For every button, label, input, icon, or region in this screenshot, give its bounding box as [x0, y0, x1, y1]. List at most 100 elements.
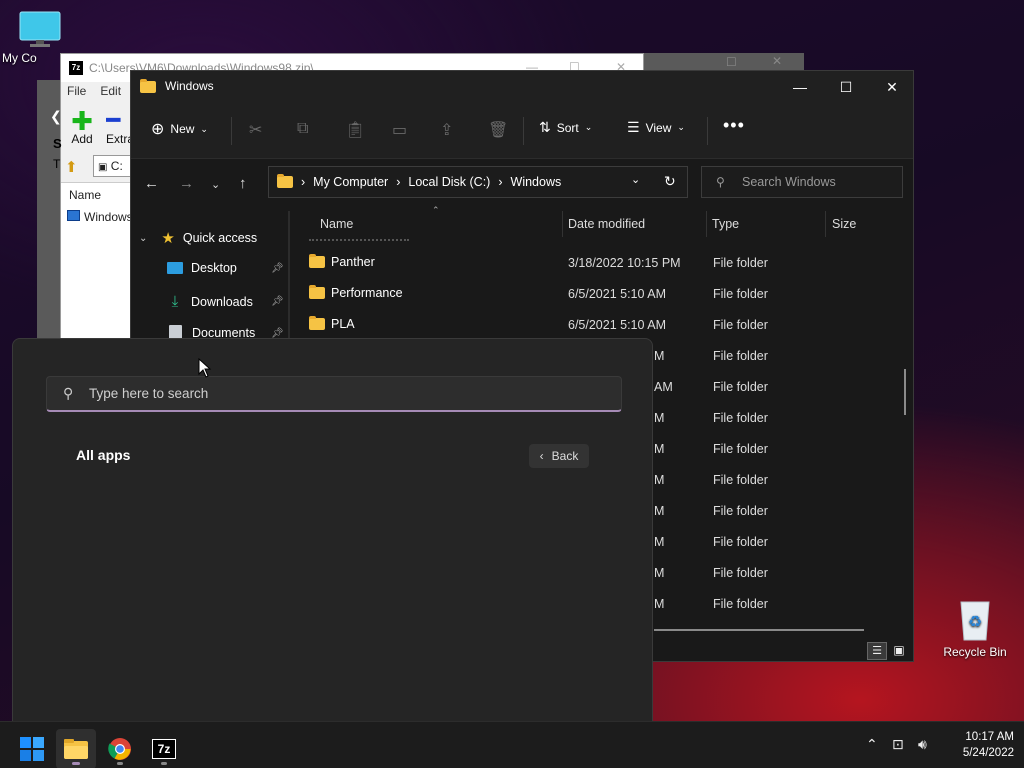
column-separator[interactable] [825, 211, 826, 237]
new-label: New [170, 122, 195, 136]
sort-label: Sort [556, 120, 579, 135]
item-name: Windows [84, 210, 133, 224]
breadcrumb-local-disk[interactable]: Local Disk (C:) [408, 175, 490, 189]
copy-icon[interactable]: ⧉ [297, 120, 308, 138]
folder-icon [277, 174, 293, 188]
row-date-fragment: M [654, 349, 665, 363]
chevron-down-icon: ⌄ [139, 232, 148, 244]
pin-icon[interactable]: 📌︎ [271, 296, 284, 307]
network-icon[interactable]: ⊡ [892, 736, 904, 753]
running-app-indicator [117, 762, 123, 765]
windows-logo-icon [20, 737, 44, 761]
column-name-header[interactable]: Name [320, 217, 353, 231]
show-hidden-icons-chevron-icon[interactable]: ⌃ [866, 736, 878, 753]
recycle-bin-label: Recycle Bin [943, 645, 1007, 659]
clock[interactable]: 10:17 AM 5/24/2022 [940, 729, 1014, 761]
cut-icon[interactable]: ✂ [249, 120, 262, 140]
desktop-label: Desktop [191, 261, 237, 275]
menu-file[interactable]: File [67, 84, 86, 98]
row-date-fragment: M [654, 473, 665, 487]
folder-icon [140, 79, 156, 93]
nav-quick-access[interactable]: ⌄ ★ Quick access [139, 229, 257, 247]
table-row[interactable]: PLA 6/5/2021 5:10 AM File folder [307, 309, 867, 340]
nav-downloads[interactable]: ⤓ Downloads 📌︎ [167, 293, 285, 310]
volume-icon[interactable]: 🔊︎ [918, 736, 927, 753]
column-separator[interactable] [562, 211, 563, 237]
recent-locations-chevron-icon[interactable]: ⌄ [211, 178, 220, 191]
running-app-indicator [161, 762, 167, 765]
toolbar-separator [523, 117, 524, 145]
active-app-indicator [72, 762, 80, 765]
pin-icon[interactable]: 📌︎ [271, 328, 284, 339]
up-arrow-icon[interactable]: ↑ [239, 175, 247, 192]
7zip-icon: 7z [152, 739, 176, 759]
maximize-button[interactable]: ☐ [823, 71, 869, 103]
breadcrumb-my-computer[interactable]: My Computer [313, 175, 388, 189]
chevron-down-icon: ⌄ [200, 123, 208, 134]
row-type: File folder [713, 256, 768, 270]
add-label: Add [71, 132, 93, 146]
menu-edit[interactable]: Edit [100, 84, 121, 98]
back-label: Back [551, 449, 579, 463]
recycle-bin-desktop-icon[interactable]: ♻ Recycle Bin [938, 596, 1012, 659]
sort-icon: ⇅ [539, 119, 551, 135]
extract-button[interactable]: ━ Extra [106, 110, 132, 146]
more-options-button[interactable]: ••• [723, 115, 745, 136]
7zip-list[interactable]: Name Windows [61, 182, 133, 342]
plus-circle-icon: ⊕ [151, 121, 165, 138]
large-icons-view-button[interactable]: ▣ [890, 642, 908, 660]
refresh-icon[interactable]: ↻ [664, 173, 676, 190]
share-icon[interactable]: ⇪ [440, 120, 453, 140]
plus-icon: ✚ [71, 106, 93, 136]
column-date-header[interactable]: Date modified [568, 217, 645, 231]
view-label: View [645, 120, 672, 135]
column-name[interactable]: Name [69, 188, 101, 202]
chrome-icon [108, 738, 131, 760]
minimize-button[interactable]: — [777, 71, 823, 103]
breadcrumb-windows[interactable]: Windows [511, 175, 562, 189]
explorer-search-input[interactable]: ⚲ Search Windows [701, 166, 903, 198]
sort-button[interactable]: ⇅ Sort ⌄ [539, 119, 592, 136]
table-row[interactable]: Performance 6/5/2021 5:10 AM File folder [307, 278, 867, 309]
column-size-header[interactable]: Size [832, 217, 856, 231]
extract-label: Extra [106, 132, 132, 146]
row-date-fragment: M [654, 566, 665, 580]
row-date-fragment: M [654, 504, 665, 518]
add-button[interactable]: ✚ Add [69, 106, 95, 146]
back-arrow-icon[interactable]: ← [144, 175, 159, 192]
folder-icon [309, 254, 325, 268]
explorer-titlebar[interactable]: Windows — ☐ ✕ [131, 71, 913, 103]
horizontal-scrollbar-thumb[interactable] [654, 629, 864, 631]
delete-icon[interactable]: 🗑︎ [488, 120, 508, 140]
start-search-input[interactable]: ⚲ Type here to search [46, 376, 622, 412]
7zip-path-box[interactable]: ▣ C: [93, 155, 133, 177]
column-separator[interactable] [706, 211, 707, 237]
minus-icon: ━ [106, 110, 121, 134]
new-button[interactable]: ⊕ New ⌄ [151, 119, 208, 139]
column-type-header[interactable]: Type [712, 217, 739, 231]
nav-pane-scrollbar[interactable] [288, 211, 290, 341]
pin-icon[interactable]: 📌︎ [271, 263, 284, 274]
recycle-bin-icon: ♻ [960, 601, 990, 641]
paste-icon[interactable]: 📋︎ [345, 120, 365, 140]
row-type: File folder [713, 442, 768, 456]
address-bar[interactable]: › My Computer › Local Disk (C:) › Window… [268, 166, 688, 198]
start-menu: ⚲ Type here to search All apps ‹ Back [12, 338, 653, 721]
forward-arrow-icon[interactable]: → [179, 175, 194, 192]
7zip-up-button[interactable]: ⬆ [65, 158, 83, 176]
row-date: 3/18/2022 10:15 PM [568, 256, 681, 270]
back-button[interactable]: ‹ Back [529, 444, 589, 468]
close-button[interactable]: ✕ [869, 71, 915, 103]
address-dropdown-chevron-icon[interactable]: ⌄ [631, 173, 640, 186]
list-item[interactable]: Windows [67, 210, 133, 224]
vertical-scrollbar-thumb[interactable] [904, 369, 906, 415]
start-button[interactable] [12, 729, 52, 768]
row-type: File folder [713, 318, 768, 332]
view-button[interactable]: ☰ View ⌄ [627, 119, 685, 136]
row-date-fragment: AM [654, 380, 673, 394]
rename-icon[interactable]: ▭ [392, 120, 407, 140]
table-row[interactable]: Panther 3/18/2022 10:15 PM File folder [307, 247, 867, 278]
nav-desktop[interactable]: Desktop 📌︎ [167, 261, 285, 275]
details-view-button[interactable]: ☰ [867, 642, 887, 660]
address-row: ← → ⌄ ↑ › My Computer › Local Disk (C:) … [131, 159, 913, 211]
